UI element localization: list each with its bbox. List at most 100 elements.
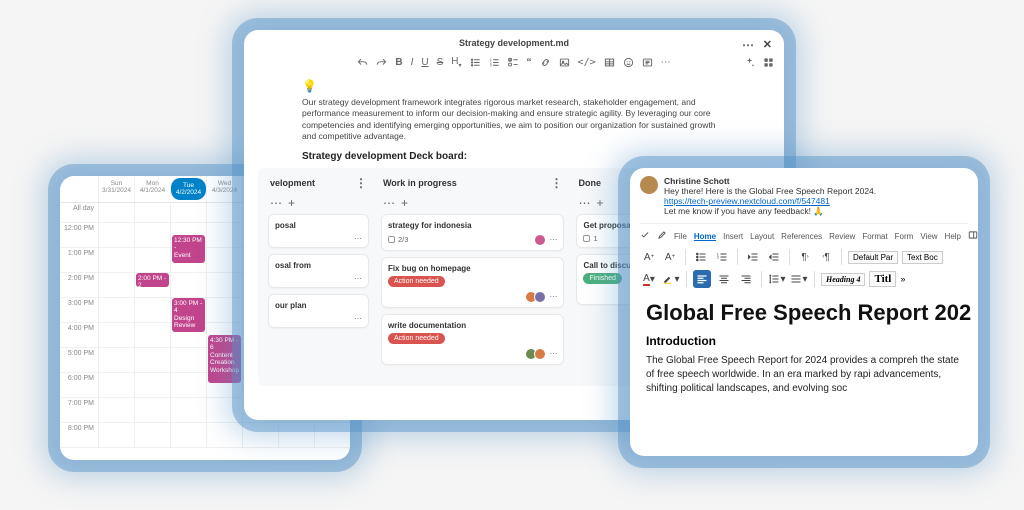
deck-card[interactable]: write documentation Action needed ⋯ (381, 314, 565, 365)
image-icon[interactable] (559, 57, 570, 68)
menu-review[interactable]: Review (829, 232, 855, 241)
font-grow-icon[interactable]: A+ (640, 248, 658, 266)
align-center-icon[interactable] (715, 270, 733, 288)
italic-icon[interactable]: I (411, 57, 414, 68)
column-add-icon[interactable]: + (596, 196, 603, 210)
indent-icon[interactable] (765, 248, 783, 266)
deck-card[interactable]: osal from⋯ (268, 254, 369, 288)
outdent-icon[interactable] (744, 248, 762, 266)
deck-heading: Strategy development Deck board: (254, 143, 774, 168)
editor-menubar: File Home Insert Layout References Revie… (640, 223, 968, 246)
hour-label: 1:00 PM (60, 248, 98, 272)
day-header[interactable]: Mon 4/1/2024 (134, 176, 170, 202)
align-right-icon[interactable] (737, 270, 755, 288)
details-icon[interactable] (642, 57, 653, 68)
deck-column: Work in progress⋮ ⋯+ strategy for indone… (379, 168, 567, 386)
paragraph-style-select[interactable]: Default Par (848, 251, 898, 264)
column-more-icon[interactable]: ⋮ (355, 176, 367, 190)
doc-h1: Global Free Speech Report 202 (646, 300, 962, 326)
chat-message: Christine Schott Hey there! Here is the … (640, 176, 968, 217)
rtl-icon[interactable]: ‹¶ (817, 248, 835, 266)
line-spacing-icon[interactable]: ▾ (768, 270, 786, 288)
save-icon[interactable] (640, 230, 650, 242)
ordered-list-icon[interactable]: 123 (489, 57, 500, 68)
deck-card[interactable]: posal⋯ (268, 214, 369, 248)
menu-layout[interactable]: Layout (750, 232, 774, 241)
font-color-icon[interactable]: A▾ (640, 270, 658, 288)
menu-help[interactable]: Help (945, 232, 961, 241)
card-more-icon[interactable]: ⋯ (354, 274, 362, 283)
hour-label: 8:00 PM (60, 423, 98, 447)
calendar-event[interactable]: 2:00 PM - 2 (136, 273, 169, 287)
outline-icon[interactable] (763, 57, 774, 68)
sidebar-toggle-icon[interactable] (968, 230, 978, 242)
menu-file[interactable]: File (674, 232, 687, 241)
toolbar-more-icon[interactable]: ⋯ (661, 57, 671, 68)
document-titlebar: Strategy development.md ⋯ ✕ (254, 38, 774, 48)
column-title: Done (578, 178, 601, 188)
link-icon[interactable] (540, 57, 551, 68)
column-more-icon[interactable]: ⋮ (550, 176, 562, 190)
align-left-icon[interactable] (693, 270, 711, 288)
card-more-icon[interactable]: ⋯ (549, 349, 557, 358)
day-header[interactable]: Sun 3/31/2024 (98, 176, 134, 202)
deck-card[interactable]: strategy for indonesia 2/3 ⋯ (381, 214, 565, 251)
edit-icon[interactable] (657, 230, 667, 242)
number-list-icon[interactable]: 12 (713, 248, 731, 266)
column-prev-icon[interactable]: ⋯ (578, 196, 590, 210)
deck-card[interactable]: our plan⋯ (268, 294, 369, 328)
hour-label: 2:00 PM (60, 273, 98, 297)
svg-text:3: 3 (489, 64, 491, 68)
doc-h3: Introduction (646, 334, 962, 348)
checklist-icon[interactable] (508, 57, 519, 68)
font-shrink-icon[interactable]: A+ (661, 248, 679, 266)
menu-view[interactable]: View (920, 232, 937, 241)
menu-format[interactable]: Format (862, 232, 887, 241)
heading-icon[interactable]: H▾ (451, 56, 461, 69)
undo-icon[interactable] (357, 57, 368, 68)
day-header-selected[interactable]: Tue 4/2/2024 (170, 178, 206, 200)
code-icon[interactable]: </> (578, 57, 596, 68)
chat-text: Hey there! Here is the Global Free Speec… (664, 186, 876, 196)
column-prev-icon[interactable]: ⋯ (270, 196, 282, 210)
table-icon[interactable] (604, 57, 615, 68)
ltr-icon[interactable]: ¶› (796, 248, 814, 266)
day-header[interactable]: Wed 4/3/2024 (206, 176, 242, 202)
hour-label: 6:00 PM (60, 373, 98, 397)
card-more-icon[interactable]: ⋯ (549, 292, 557, 301)
unordered-list-icon[interactable] (470, 57, 481, 68)
column-add-icon[interactable]: + (288, 196, 295, 210)
hour-label: 3:00 PM (60, 298, 98, 322)
style-scroll-icon[interactable]: » (900, 274, 905, 284)
strikethrough-icon[interactable]: S (437, 57, 444, 68)
paragraph-spacing-icon[interactable]: ▾ (790, 270, 808, 288)
menu-home[interactable]: Home (694, 232, 716, 241)
chat-link[interactable]: https://tech-preview.nextcloud.com/f/547… (664, 196, 830, 206)
highlight-icon[interactable]: ▾ (662, 270, 680, 288)
deck-card[interactable]: Fix bug on homepage Action needed ⋯ (381, 257, 565, 308)
editor-document[interactable]: Global Free Speech Report 202 Introducti… (640, 290, 968, 396)
title-style-select[interactable]: Titl (869, 271, 896, 287)
svg-text:2: 2 (717, 256, 719, 260)
document-toolbar: B I U S H▾ 123 “ </> ⋯ (254, 48, 774, 77)
underline-icon[interactable]: U (421, 57, 428, 68)
quote-icon[interactable]: “ (527, 57, 532, 68)
redo-icon[interactable] (376, 57, 387, 68)
menu-insert[interactable]: Insert (723, 232, 743, 241)
emoji-icon[interactable] (623, 57, 634, 68)
card-more-icon[interactable]: ⋯ (354, 234, 362, 243)
font-family-select[interactable]: Text Boc (902, 251, 943, 264)
card-more-icon[interactable]: ⋯ (354, 314, 362, 323)
assistant-icon[interactable] (744, 57, 755, 68)
bold-icon[interactable]: B (395, 57, 402, 68)
doc-paragraph: The Global Free Speech Report for 2024 p… (646, 354, 962, 396)
column-prev-icon[interactable]: ⋯ (383, 196, 395, 210)
bulb-emoji: 💡 (302, 79, 774, 93)
card-more-icon[interactable]: ⋯ (549, 235, 557, 244)
bullet-list-icon[interactable] (692, 248, 710, 266)
heading-style-select[interactable]: Heading 4 (821, 273, 865, 286)
document-paragraph: Our strategy development framework integ… (254, 97, 774, 143)
menu-references[interactable]: References (781, 232, 822, 241)
column-add-icon[interactable]: + (401, 196, 408, 210)
menu-form[interactable]: Form (895, 232, 914, 241)
